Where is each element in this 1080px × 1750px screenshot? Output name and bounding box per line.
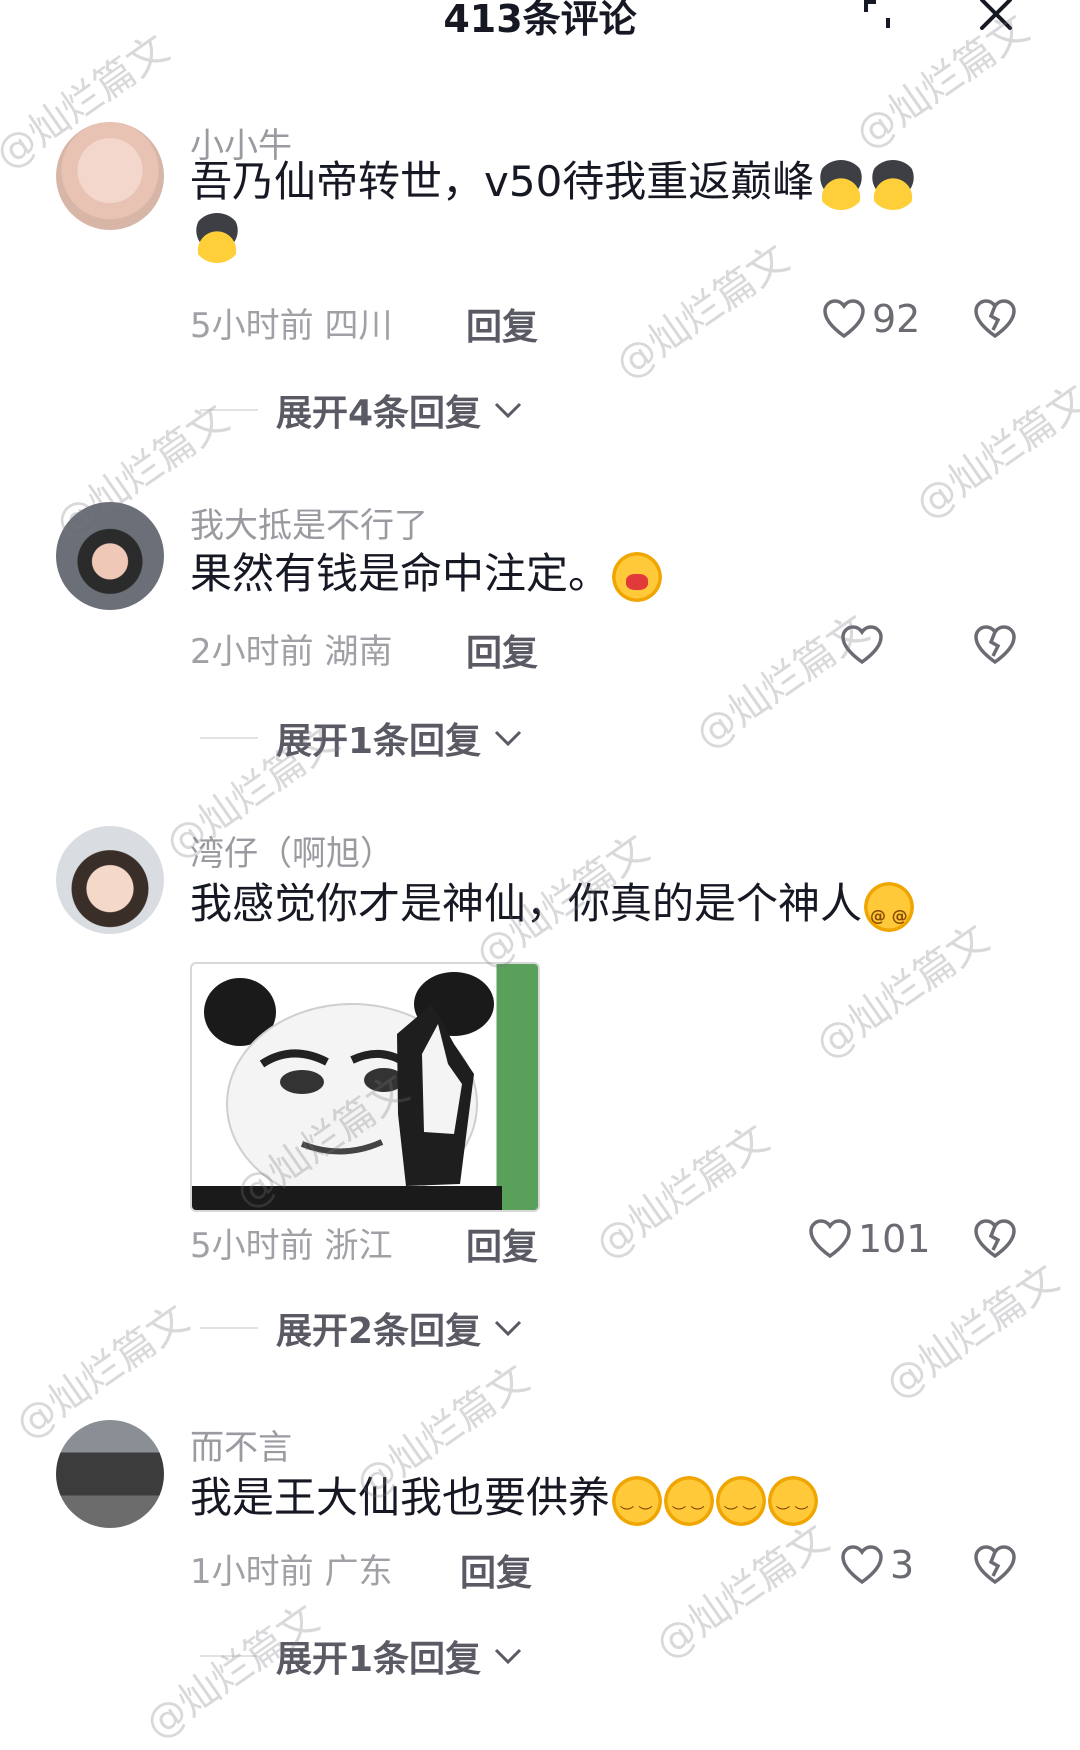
- comment-meta: 5小时前 四川: [190, 298, 392, 347]
- divider-line: [200, 737, 258, 739]
- comment-time: 1小时前: [190, 1552, 314, 1592]
- username[interactable]: 我大抵是不行了: [190, 498, 428, 547]
- comment-location: 浙江: [324, 1226, 393, 1266]
- comment-text: 果然有钱是命中注定。: [190, 548, 990, 602]
- expand-replies-label: 展开1条回复: [276, 1639, 482, 1680]
- reply-button[interactable]: 回复: [466, 624, 538, 676]
- heart-icon: [841, 1545, 883, 1585]
- comment-meta: 5小时前 浙江: [190, 1218, 392, 1267]
- helmet-emoji-icon: [192, 213, 242, 263]
- like-button[interactable]: 3: [840, 1542, 914, 1588]
- expand-replies-button[interactable]: 展开2条回复: [200, 1302, 523, 1354]
- comment-text-body: 果然有钱是命中注定。: [190, 549, 611, 598]
- like-button[interactable]: 92: [822, 296, 920, 342]
- helmet-emoji-icon: [868, 159, 919, 210]
- like-count: 92: [872, 297, 921, 341]
- crying-emoji-icon: [612, 551, 663, 602]
- close-icon[interactable]: [976, 0, 1016, 34]
- chevron-down-icon: [495, 1648, 522, 1665]
- avatar[interactable]: [56, 122, 164, 230]
- chevron-down-icon: [495, 402, 522, 419]
- comment-text: 我感觉你才是神仙，你真的是个神人: [190, 878, 990, 942]
- reply-button[interactable]: 回复: [466, 298, 538, 350]
- expand-replies-label: 展开2条回复: [276, 1311, 482, 1352]
- heart-icon: [809, 1219, 851, 1259]
- reply-button[interactable]: 回复: [466, 1218, 538, 1270]
- comment-text-body: 吾乃仙帝转世，v50待我重返巅峰: [190, 157, 815, 206]
- comment-item: 小小牛 吾乃仙帝转世，v50待我重返巅峰 5小时前 四川 回复 92 展开4条回…: [0, 118, 1080, 458]
- comment-time: 5小时前: [190, 1226, 314, 1266]
- dislike-heart-icon[interactable]: [972, 1542, 1018, 1588]
- heart-icon: [823, 299, 865, 339]
- chevron-down-icon: [495, 730, 522, 747]
- comment-time: 2小时前: [190, 632, 314, 672]
- comment-location: 四川: [324, 306, 393, 346]
- comment-item: 而不言 我是王大仙我也要供养 1小时前 广东 回复 3 展开1条回复: [0, 1420, 1080, 1720]
- sly-emoji-icon: [612, 1475, 663, 1540]
- comment-text-body: 我感觉你才是神仙，你真的是个神人: [190, 879, 863, 928]
- expand-replies-label: 展开4条回复: [276, 393, 482, 434]
- panda-meme-sticker[interactable]: [190, 962, 540, 1212]
- sly-emoji-icon: [664, 1475, 715, 1540]
- avatar[interactable]: [56, 826, 164, 934]
- comments-header: 413条评论: [0, 0, 1080, 52]
- like-count: 101: [858, 1217, 931, 1261]
- sly-emoji-icon: [768, 1475, 819, 1540]
- divider-line: [200, 409, 258, 411]
- dislike-heart-icon[interactable]: [972, 1216, 1018, 1262]
- comment-text: 我是王大仙我也要供养: [190, 1472, 990, 1540]
- like-button[interactable]: [840, 622, 890, 668]
- panda-meme-image: [192, 972, 502, 1210]
- username[interactable]: 而不言: [190, 1420, 292, 1469]
- expand-replies-button[interactable]: 展开1条回复: [200, 712, 523, 764]
- comment-count-title: 413条评论: [443, 0, 637, 41]
- avatar[interactable]: [56, 502, 164, 610]
- comment-item: 湾仔（啊旭） 我感觉你才是神仙，你真的是个神人 5小时前 浙江 回复 101: [0, 826, 1080, 1366]
- reply-button[interactable]: 回复: [460, 1544, 532, 1596]
- like-button[interactable]: 101: [808, 1216, 931, 1262]
- divider-line: [200, 1655, 258, 1657]
- heart-icon: [841, 625, 883, 665]
- sly-emoji-icon: [716, 1475, 767, 1540]
- comment-meta: 2小时前 湖南: [190, 624, 392, 673]
- comment-location: 广东: [324, 1552, 393, 1592]
- comment-item: 我大抵是不行了 果然有钱是命中注定。 2小时前 湖南 回复 展开1条回复: [0, 498, 1080, 788]
- username[interactable]: 湾仔（啊旭）: [190, 826, 394, 875]
- comment-text: 吾乃仙帝转世，v50待我重返巅峰: [190, 156, 990, 263]
- expand-replies-button[interactable]: 展开1条回复: [200, 1630, 523, 1682]
- comment-text-body: 我是王大仙我也要供养: [190, 1473, 611, 1522]
- comment-time: 5小时前: [190, 306, 314, 346]
- divider-line: [200, 1327, 258, 1329]
- chevron-down-icon: [495, 1320, 522, 1337]
- dizzy-emoji-icon: [864, 881, 915, 942]
- fullscreen-icon[interactable]: [862, 0, 902, 32]
- comment-meta: 1小时前 广东: [190, 1544, 392, 1593]
- avatar[interactable]: [56, 1420, 164, 1528]
- expand-replies-button[interactable]: 展开4条回复: [200, 384, 523, 436]
- helmet-emoji-icon: [816, 159, 867, 210]
- expand-replies-label: 展开1条回复: [276, 721, 482, 762]
- dislike-heart-icon[interactable]: [972, 296, 1018, 342]
- like-count: 3: [890, 1543, 915, 1587]
- comment-location: 湖南: [324, 632, 393, 672]
- dislike-heart-icon[interactable]: [972, 622, 1018, 668]
